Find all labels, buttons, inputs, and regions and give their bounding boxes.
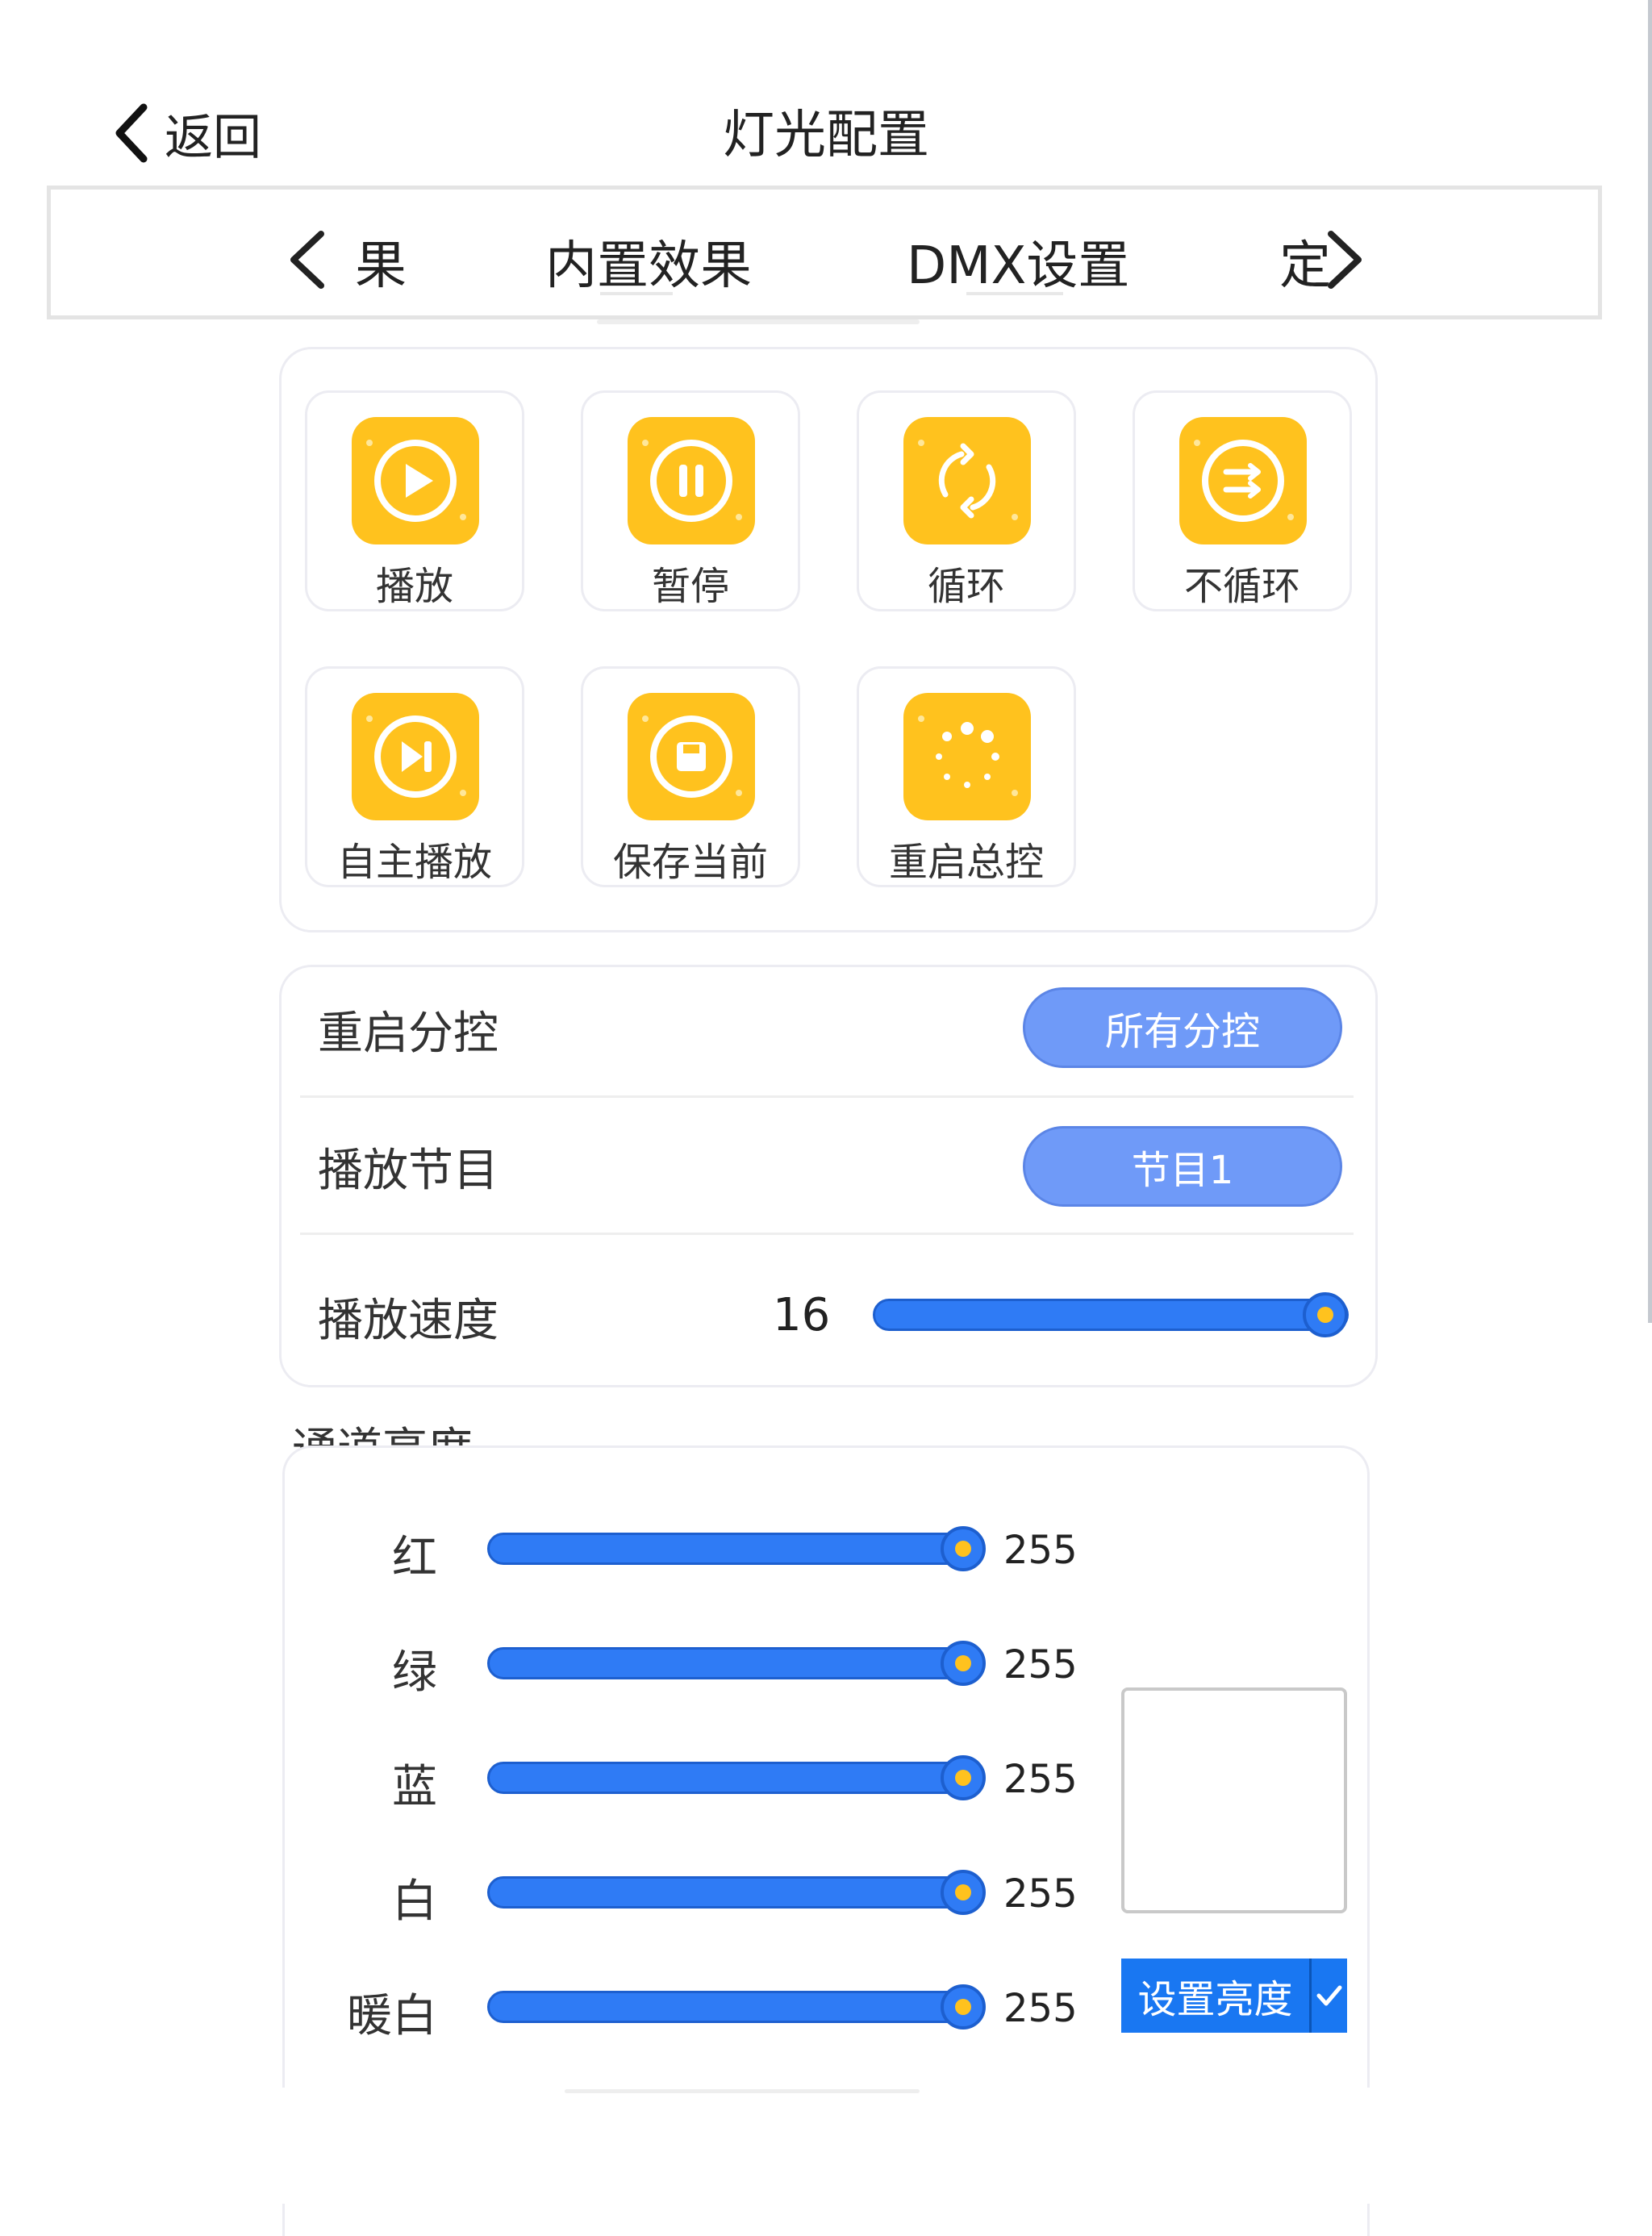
autoplay-button[interactable]: 自主播放 bbox=[305, 666, 524, 887]
channel-thumb-warm-white[interactable] bbox=[941, 1984, 986, 2030]
no-loop-label: 不循环 bbox=[1183, 564, 1300, 609]
loop-icon bbox=[938, 443, 996, 519]
set-brightness-button[interactable]: 设置亮度 bbox=[1121, 1959, 1347, 2033]
loop-label: 循环 bbox=[927, 564, 1005, 609]
restart-master-label: 重启总控 bbox=[888, 840, 1044, 885]
restart-master-button[interactable]: 重启总控 bbox=[857, 666, 1076, 887]
play-speed-slider[interactable] bbox=[873, 1299, 1349, 1331]
save-current-button[interactable]: 保存当前 bbox=[581, 666, 800, 887]
channel-thumb-white[interactable] bbox=[941, 1870, 986, 1915]
pause-label: 暂停 bbox=[651, 564, 729, 609]
channel-label-red: 红 bbox=[392, 1532, 437, 1584]
set-brightness-label: 设置亮度 bbox=[1137, 1977, 1293, 2022]
check-icon bbox=[1316, 1985, 1342, 2006]
skip-play-icon bbox=[374, 715, 457, 798]
play-speed-label: 播放速度 bbox=[318, 1295, 499, 1347]
tab-dmx-settings[interactable]: DMX设置 bbox=[907, 224, 1129, 298]
no-loop-icon bbox=[1202, 440, 1284, 522]
play-program-select[interactable]: 节目1 bbox=[1023, 1126, 1342, 1207]
tab-bar bbox=[47, 186, 1602, 319]
channel-slider-red[interactable] bbox=[487, 1533, 984, 1565]
save-current-label: 保存当前 bbox=[612, 840, 768, 885]
pause-icon bbox=[650, 440, 732, 522]
channel-slider-green[interactable] bbox=[487, 1647, 984, 1679]
divider bbox=[300, 1095, 1354, 1098]
divider bbox=[300, 1233, 1354, 1235]
play-program-label: 播放节目 bbox=[318, 1145, 499, 1197]
channel-thumb-green[interactable] bbox=[941, 1641, 986, 1686]
channel-slider-blue[interactable] bbox=[487, 1762, 984, 1794]
play-speed-thumb[interactable] bbox=[1303, 1292, 1348, 1337]
channel-value-warm-white: 255 bbox=[1003, 1986, 1078, 2031]
tab-effects-partial[interactable]: 果 bbox=[355, 224, 407, 298]
channel-thumb-blue[interactable] bbox=[941, 1755, 986, 1800]
channel-label-green: 绿 bbox=[392, 1646, 437, 1699]
page-bottom bbox=[0, 2088, 1652, 2204]
tab-builtin-effects[interactable]: 内置效果 bbox=[545, 224, 752, 298]
tab-underline bbox=[966, 292, 1063, 295]
channel-slider-warm-white[interactable] bbox=[487, 1991, 984, 2023]
restart-sub-select[interactable]: 所有分控 bbox=[1023, 987, 1342, 1068]
channel-value-red: 255 bbox=[1003, 1528, 1078, 1573]
tab-underline bbox=[600, 292, 673, 295]
save-icon bbox=[650, 715, 732, 798]
channel-label-warm-white: 暖白 bbox=[347, 1990, 437, 2042]
channel-value-blue: 255 bbox=[1003, 1757, 1078, 1802]
page-title: 灯光配置 bbox=[723, 106, 929, 165]
window-edge bbox=[1648, 0, 1652, 1323]
channel-slider-white[interactable] bbox=[487, 1876, 984, 1909]
no-loop-button[interactable]: 不循环 bbox=[1133, 390, 1352, 611]
channel-value-green: 255 bbox=[1003, 1642, 1078, 1687]
channel-thumb-red[interactable] bbox=[941, 1526, 986, 1571]
card-handle bbox=[597, 319, 920, 324]
channel-label-white: 白 bbox=[392, 1875, 437, 1928]
chevron-right-icon bbox=[1328, 231, 1362, 289]
play-speed-value: 16 bbox=[773, 1289, 831, 1341]
tab-scroll-left[interactable] bbox=[284, 227, 332, 292]
autoplay-label: 自主播放 bbox=[336, 840, 492, 885]
restart-sub-label: 重启分控 bbox=[318, 1007, 499, 1060]
play-label: 播放 bbox=[375, 564, 453, 609]
channel-label-blue: 蓝 bbox=[392, 1761, 437, 1813]
restart-spinner-icon bbox=[936, 722, 999, 788]
chevron-left-icon bbox=[290, 231, 324, 289]
play-button[interactable]: 播放 bbox=[305, 390, 524, 611]
tab-scroll-right[interactable] bbox=[1320, 227, 1368, 292]
channel-value-white: 255 bbox=[1003, 1871, 1078, 1917]
play-icon bbox=[374, 440, 457, 522]
loop-button[interactable]: 循环 bbox=[857, 390, 1076, 611]
color-preview-box bbox=[1121, 1687, 1347, 1913]
card-handle bbox=[565, 2089, 920, 2093]
pause-button[interactable]: 暂停 bbox=[581, 390, 800, 611]
